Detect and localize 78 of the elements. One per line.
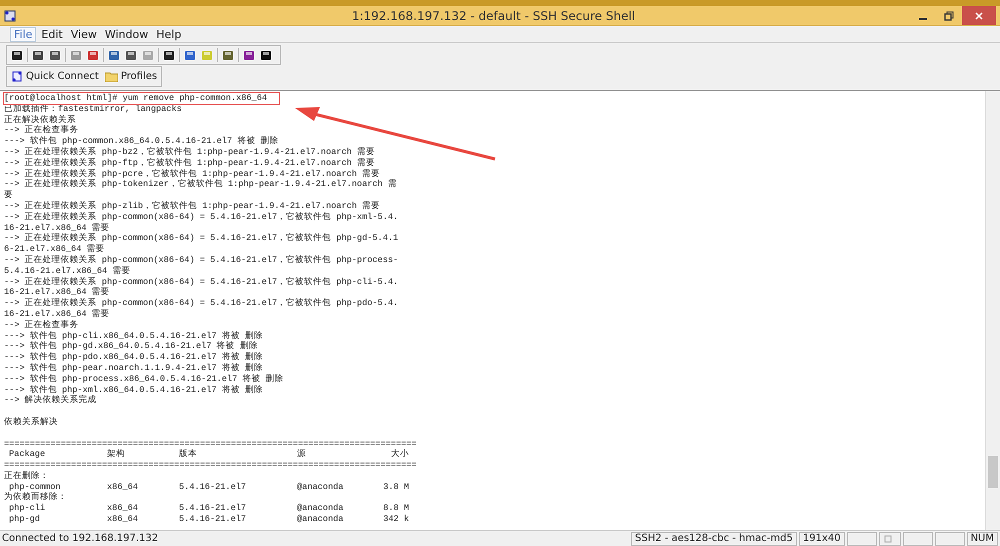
terminal-line: --> 正在处理依赖关系 php-common(x86-64) = 5.4.16-21.el7，它被软件包 php-xml-5.4. — [4, 212, 398, 223]
terminal-line: --> 正在处理依赖关系 php-pcre，它被软件包 1:php-pear-1.9.4-21.el7.noarch 需要 — [4, 168, 380, 179]
menu-item[interactable]: Help — [153, 28, 184, 40]
window-title: 1:192.168.197.132 - default - SSH Secure Shell — [350, 8, 636, 22]
menu-item[interactable]: Window — [102, 28, 152, 40]
terminal-line: --> 正在处理依赖关系 php-tokenizer，它被软件包 1:php-pear-1.9.4-21.el7.noarch 需 — [4, 179, 397, 190]
close-button[interactable] — [962, 6, 996, 25]
menu-item[interactable]: Edit — [38, 28, 66, 40]
terminal-line: [root@localhost html]# yum remove php-common.x86_64 — [4, 93, 280, 104]
column-header: 源 — [297, 449, 307, 460]
terminal-line: --> 正在处理依赖关系 php-common(x86-64) = 5.4.16-21.el7，它被软件包 php-gd-5.4.1 — [4, 233, 398, 244]
table-cell-text: php-common — [8, 482, 62, 492]
menu-item[interactable]: View — [68, 28, 100, 40]
table-cell-text: x86_64 — [107, 514, 139, 525]
close-icon — [974, 10, 984, 20]
restore-icon — [944, 10, 954, 20]
terminal-line: ---> 软件包 php-gd.x86_64.0.5.4.16-21.el7 将被 删除 — [4, 341, 258, 352]
terminal-line: 6-21.el7.x86_64 需要 — [4, 244, 105, 254]
table-cell-text: @anaconda — [297, 503, 344, 514]
scrollbar-thumb[interactable] — [988, 456, 998, 488]
scrollbar[interactable] — [985, 91, 1000, 530]
terminal-line: ---> 软件包 php-pear.noarch.1.1.9.4-21.el7 将被 删除 — [4, 362, 263, 374]
terminal-line: --> 正在处理依赖关系 php-zlib，它被软件包 1:php-pear-1.9.4-21.el7.noarch 需要 — [4, 200, 380, 212]
section-title: 为依赖而移除： — [4, 492, 67, 504]
terminal-line: ---> 软件包 php-process.x86_64.0.5.4.16-21.el7 将被 删除 — [4, 374, 284, 385]
section-title: 正在删除： — [4, 470, 49, 482]
status-message: Connected to 192.168.197.132 — [2, 533, 160, 544]
connection-icon — [882, 534, 893, 544]
table-cell-text: php-cli — [8, 503, 46, 514]
terminal-line: 5.4.16-21.el7.x86_64 需要 — [4, 266, 130, 276]
terminal-line: --> 正在处理依赖关系 php-common(x86-64) = 5.4.16-21.el7，它被软件包 php-process- — [4, 254, 398, 266]
terminal-line: --> 正在处理依赖关系 php-common(x86-64) = 5.4.16-21.el7，它被软件包 php-pdo-5.4. — [4, 298, 398, 309]
table-cell-text: 8.8 M — [382, 503, 409, 514]
table-cell-text: x86_64 — [107, 482, 139, 492]
terminal-line: 16-21.el7.x86_64 需要 — [4, 287, 110, 298]
save-icon[interactable] — [10, 48, 24, 62]
quick-bar-button[interactable]: Quick Connect — [11, 70, 99, 83]
status-panel — [902, 532, 933, 546]
table-cell-text: 342 k — [382, 514, 409, 525]
menu-item[interactable]: File — [10, 26, 36, 42]
column-header: 版本 — [179, 449, 198, 460]
table-cell-text: @anaconda — [297, 482, 344, 492]
column-header: 架构 — [107, 449, 126, 460]
folder-icon — [104, 71, 118, 82]
table-cell-text: @anaconda — [297, 514, 344, 525]
terminal-line: --> 正在检查事务 — [4, 320, 79, 331]
terminal-line: --> 解决依赖关系完成 — [4, 395, 97, 406]
status-panel: NUM — [966, 532, 998, 546]
terminal-line: --> 正在检查事务 — [4, 125, 79, 136]
terminal-line: 16-21.el7.x86_64 需要 — [4, 222, 110, 233]
table-cell-text: x86_64 — [107, 503, 139, 514]
terminal-line: ---> 软件包 php-common.x86_64.0.5.4.16-21.el7 将被 删除 — [4, 136, 278, 146]
terminal-line: --> 正在处理依赖关系 php-common(x86-64) = 5.4.16-21.el7，它被软件包 php-cli-5.4. — [4, 276, 398, 287]
status-panel — [846, 532, 877, 546]
terminal-icon — [3, 8, 17, 22]
table-cell-text: 5.4.16-21.el7 — [179, 503, 248, 514]
table-cell-text: php-gd — [8, 514, 41, 525]
terminal-line: --> 正在处理依赖关系 php-ftp，它被软件包 1:php-pear-1.9.4-21.el7.noarch 需要 — [4, 158, 375, 168]
status-panel — [934, 532, 965, 546]
terminal-line: 依赖关系解决 — [4, 416, 58, 428]
table-cell-text: 3.8 M — [382, 482, 409, 492]
table-cell-text: 5.4.16-21.el7 — [179, 514, 248, 525]
status-panel: SSH2 - aes128-cbc - hmac-md5 — [631, 532, 797, 546]
terminal-line: --> 正在处理依赖关系 php-bz2，它被软件包 1:php-pear-1.9.4-21.el7.noarch 需要 — [4, 146, 375, 158]
minimize-icon — [919, 18, 927, 20]
column-header: Package — [8, 449, 46, 460]
terminal-line: 正在解决依赖关系 — [4, 114, 76, 125]
terminal-line: ---> 软件包 php-pdo.x86_64.0.5.4.16-21.el7 将被 删除 — [4, 352, 263, 363]
table-cell-text: 5.4.16-21.el7 — [179, 482, 248, 492]
terminal-line: 要 — [4, 190, 13, 201]
quick-bar-button[interactable]: Profiles — [104, 71, 158, 82]
terminal-line: ---> 软件包 php-xml.x86_64.0.5.4.16-21.el7 将被 删除 — [4, 384, 263, 395]
table-rule: ================================================================================ — [4, 460, 417, 471]
table-rule: ================================================================================ — [4, 438, 417, 449]
status-panel: 191x40 — [798, 532, 845, 546]
terminal-line: ---> 软件包 php-cli.x86_64.0.5.4.16-21.el7 将被 删除 — [4, 330, 263, 341]
column-header: 大小 — [390, 449, 409, 460]
terminal-line: 16-21.el7.x86_64 需要 — [4, 308, 110, 320]
